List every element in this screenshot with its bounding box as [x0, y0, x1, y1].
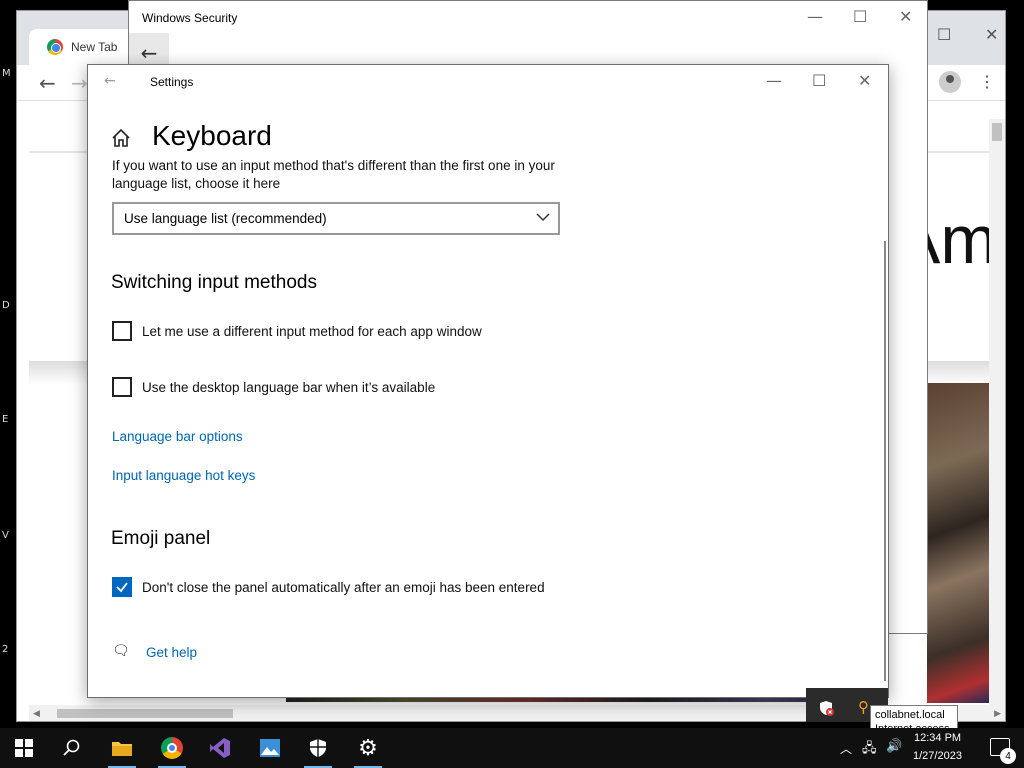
maximize-icon[interactable]: ☐ [812, 71, 826, 90]
photos-button[interactable] [246, 728, 294, 768]
dropdown-value: Use language list (recommended) [124, 211, 327, 226]
help-chat-icon: 🗨 [112, 643, 130, 659]
back-arrow-icon[interactable]: ← [104, 73, 116, 89]
desktop-icon-label[interactable]: D [2, 300, 16, 314]
menu-kebab-icon[interactable]: ⋮ [979, 72, 995, 92]
folder-icon [112, 742, 132, 756]
chrome-icon [161, 737, 183, 759]
taskbar: ⚙ ︿ 🖧 🔊 12:34 PM 1/27/2023 4 [0, 728, 1024, 768]
section-heading: Emoji panel [111, 528, 211, 549]
clock-date[interactable]: 1/27/2023 [913, 750, 962, 762]
minimize-icon[interactable]: — [766, 71, 782, 90]
get-help-link[interactable]: Get help [146, 645, 197, 660]
per-app-input-checkbox[interactable] [112, 321, 132, 341]
chrome-logo-icon [47, 39, 63, 55]
get-help-row[interactable]: 🗨 Get help [112, 643, 197, 661]
checkbox-label: Use the desktop language bar when it’s a… [142, 379, 436, 395]
search-button[interactable] [48, 728, 96, 768]
emoji-panel-checkbox[interactable] [112, 577, 132, 597]
emoji-checkbox-row[interactable]: Don't close the panel automatically afte… [112, 577, 545, 597]
home-icon[interactable] [110, 127, 132, 149]
forward-arrow-icon[interactable]: → [71, 71, 88, 95]
section-heading: Switching input methods [111, 272, 317, 293]
checkbox-label: Let me use a different input method for … [142, 323, 482, 339]
photos-icon [260, 739, 280, 757]
window-title: Settings [150, 75, 194, 89]
language-bar-checkbox-row[interactable]: Use the desktop language bar when it’s a… [112, 377, 435, 397]
settings-button[interactable]: ⚙ [344, 728, 392, 768]
settings-titlebar: ← Settings — ☐ ✕ [88, 65, 888, 99]
settings-window: ← Settings — ☐ ✕ Keyboard If you want to… [87, 64, 889, 698]
language-bar-options-link[interactable]: Language bar options [112, 429, 243, 444]
page-title: Keyboard [152, 120, 272, 151]
checkbox-label: Don't close the panel automatically afte… [142, 579, 545, 595]
search-icon [63, 739, 80, 756]
windows-security-button[interactable] [294, 728, 342, 768]
scroll-right-icon[interactable]: ▶ [994, 708, 1001, 719]
settings-content: If you want to use an input method that'… [88, 159, 888, 697]
desktop-icon-label[interactable]: E [2, 414, 16, 428]
close-icon[interactable]: ✕ [899, 7, 912, 26]
tooltip-line: collabnet.local [875, 709, 945, 721]
search-tool-icon[interactable]: ⚲ [858, 698, 869, 716]
scroll-left-icon[interactable]: ◀ [33, 708, 40, 719]
notification-count-badge: 4 [1000, 748, 1016, 764]
hscroll-thumb[interactable] [57, 709, 233, 718]
chevron-down-icon [536, 213, 550, 222]
close-icon[interactable]: ✕ [985, 25, 998, 44]
chrome-button[interactable] [148, 728, 196, 768]
shield-icon [310, 739, 326, 757]
web-page-photo [927, 383, 997, 703]
checkmark-icon [116, 582, 128, 593]
file-explorer-button[interactable] [98, 728, 146, 768]
back-arrow-icon[interactable]: ← [39, 71, 56, 95]
per-app-input-checkbox-row[interactable]: Let me use a different input method for … [112, 321, 482, 341]
desktop-icon-label[interactable]: M [2, 68, 16, 82]
input-method-dropdown[interactable]: Use language list (recommended) [112, 202, 560, 235]
start-button[interactable] [0, 728, 48, 768]
visual-studio-button[interactable] [196, 728, 244, 768]
gear-icon: ⚙ [358, 735, 378, 761]
clock-time[interactable]: 12:34 PM [914, 732, 961, 744]
maximize-icon[interactable]: ☐ [937, 25, 951, 44]
window-title: Windows Security [142, 11, 238, 25]
security-shield-warning-icon[interactable] [818, 700, 834, 716]
desktop-icon-label[interactable]: V [2, 530, 16, 544]
visual-studio-icon [210, 738, 230, 758]
windows-logo-icon [15, 739, 33, 757]
desktop-icon-label[interactable]: 2 [2, 644, 16, 658]
language-bar-checkbox[interactable] [112, 377, 132, 397]
input-method-description: If you want to use an input method that'… [112, 159, 555, 191]
input-language-hot-keys-link[interactable]: Input language hot keys [112, 468, 255, 483]
scroll-thumb[interactable] [992, 123, 1002, 141]
chrome-vertical-scrollbar[interactable] [989, 119, 1005, 709]
maximize-icon[interactable]: ☐ [853, 7, 867, 26]
profile-avatar-icon[interactable] [939, 71, 961, 93]
volume-icon[interactable]: 🔊 [886, 739, 902, 754]
chrome-tab-title: New Tab [71, 40, 118, 54]
chevron-up-icon[interactable]: ︿ [840, 740, 852, 757]
close-icon[interactable]: ✕ [858, 71, 871, 90]
minimize-icon[interactable]: — [807, 7, 823, 26]
settings-scrollbar[interactable] [884, 241, 886, 681]
network-icon[interactable]: 🖧 [862, 739, 877, 761]
